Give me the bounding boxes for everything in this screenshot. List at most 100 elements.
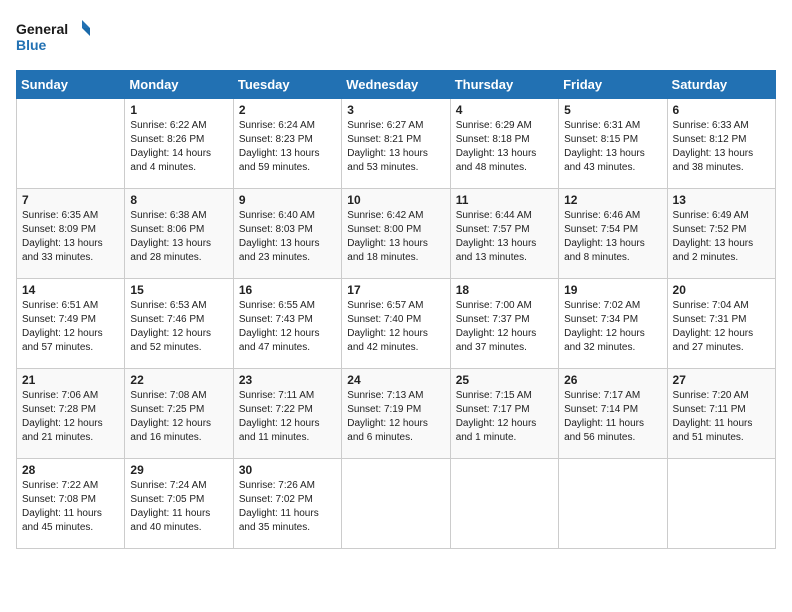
day-number: 2: [239, 103, 336, 117]
day-info: Sunrise: 6:40 AMSunset: 8:03 PMDaylight:…: [239, 209, 336, 265]
day-info: Sunrise: 6:53 AMSunset: 7:46 PMDaylight:…: [130, 299, 227, 355]
calendar-cell: 15 Sunrise: 6:53 AMSunset: 7:46 PMDayligh…: [125, 279, 233, 369]
day-info: Sunrise: 7:08 AMSunset: 7:25 PMDaylight:…: [130, 389, 227, 445]
calendar-cell: 30 Sunrise: 7:26 AMSunset: 7:02 PMDayligh…: [233, 459, 341, 549]
day-number: 14: [22, 283, 119, 297]
day-info: Sunrise: 6:29 AMSunset: 8:18 PMDaylight:…: [456, 119, 553, 175]
day-number: 16: [239, 283, 336, 297]
day-info: Sunrise: 6:24 AMSunset: 8:23 PMDaylight:…: [239, 119, 336, 175]
day-number: 3: [347, 103, 444, 117]
day-info: Sunrise: 7:15 AMSunset: 7:17 PMDaylight:…: [456, 389, 553, 445]
day-number: 20: [673, 283, 770, 297]
calendar-cell: [450, 459, 558, 549]
calendar-cell: 12 Sunrise: 6:46 AMSunset: 7:54 PMDayligh…: [559, 189, 667, 279]
day-info: Sunrise: 7:06 AMSunset: 7:28 PMDaylight:…: [22, 389, 119, 445]
day-info: Sunrise: 6:27 AMSunset: 8:21 PMDaylight:…: [347, 119, 444, 175]
calendar-cell: 2 Sunrise: 6:24 AMSunset: 8:23 PMDaylight…: [233, 99, 341, 189]
calendar-cell: [17, 99, 125, 189]
calendar-cell: 26Sunrise: 7:17 AMSunset: 7:14 PMDayligh…: [559, 369, 667, 459]
header-row: SundayMondayTuesdayWednesdayThursdayFrid…: [17, 71, 776, 99]
day-number: 19: [564, 283, 661, 297]
day-info: Sunrise: 7:17 AMSunset: 7:14 PMDaylight:…: [564, 389, 661, 445]
calendar-cell: 18 Sunrise: 7:00 AMSunset: 7:37 PMDayligh…: [450, 279, 558, 369]
day-info: Sunrise: 7:04 AMSunset: 7:31 PMDaylight:…: [673, 299, 770, 355]
calendar-cell: 4 Sunrise: 6:29 AMSunset: 8:18 PMDaylight…: [450, 99, 558, 189]
calendar-cell: 29Sunrise: 7:24 AMSunset: 7:05 PMDayligh…: [125, 459, 233, 549]
day-number: 15: [130, 283, 227, 297]
day-info: Sunrise: 6:46 AMSunset: 7:54 PMDaylight:…: [564, 209, 661, 265]
day-info: Sunrise: 7:13 AMSunset: 7:19 PMDaylight:…: [347, 389, 444, 445]
logo-svg: General Blue: [16, 16, 96, 60]
calendar-cell: 5 Sunrise: 6:31 AMSunset: 8:15 PMDaylight…: [559, 99, 667, 189]
calendar-cell: 27 Sunrise: 7:20 AMSunset: 7:11 PMDayligh…: [667, 369, 775, 459]
day-info: Sunrise: 7:22 AMSunset: 7:08 PMDaylight:…: [22, 479, 119, 535]
day-number: 17: [347, 283, 444, 297]
day-info: Sunrise: 6:31 AMSunset: 8:15 PMDaylight:…: [564, 119, 661, 175]
calendar-cell: 23Sunrise: 7:11 AMSunset: 7:22 PMDayligh…: [233, 369, 341, 459]
day-number: 10: [347, 193, 444, 207]
day-number: 29: [130, 463, 227, 477]
week-row-1: 1 Sunrise: 6:22 AMSunset: 8:26 PMDaylight…: [17, 99, 776, 189]
day-info: Sunrise: 7:11 AMSunset: 7:22 PMDaylight:…: [239, 389, 336, 445]
calendar-cell: [667, 459, 775, 549]
day-number: 1: [130, 103, 227, 117]
calendar-cell: 25 Sunrise: 7:15 AMSunset: 7:17 PMDayligh…: [450, 369, 558, 459]
day-info: Sunrise: 6:42 AMSunset: 8:00 PMDaylight:…: [347, 209, 444, 265]
calendar-cell: 24 Sunrise: 7:13 AMSunset: 7:19 PMDayligh…: [342, 369, 450, 459]
day-number: 18: [456, 283, 553, 297]
day-number: 22: [130, 373, 227, 387]
day-info: Sunrise: 6:44 AMSunset: 7:57 PMDaylight:…: [456, 209, 553, 265]
day-number: 9: [239, 193, 336, 207]
day-number: 12: [564, 193, 661, 207]
day-number: 25: [456, 373, 553, 387]
day-number: 7: [22, 193, 119, 207]
calendar-cell: 11Sunrise: 6:44 AMSunset: 7:57 PMDayligh…: [450, 189, 558, 279]
calendar-cell: 10 Sunrise: 6:42 AMSunset: 8:00 PMDayligh…: [342, 189, 450, 279]
calendar-cell: 14Sunrise: 6:51 AMSunset: 7:49 PMDayligh…: [17, 279, 125, 369]
day-header-thursday: Thursday: [450, 71, 558, 99]
day-number: 8: [130, 193, 227, 207]
day-header-sunday: Sunday: [17, 71, 125, 99]
day-info: Sunrise: 6:49 AMSunset: 7:52 PMDaylight:…: [673, 209, 770, 265]
day-number: 28: [22, 463, 119, 477]
calendar-cell: 6 Sunrise: 6:33 AMSunset: 8:12 PMDaylight…: [667, 99, 775, 189]
day-number: 13: [673, 193, 770, 207]
calendar-table: SundayMondayTuesdayWednesdayThursdayFrid…: [16, 70, 776, 549]
calendar-cell: [559, 459, 667, 549]
day-number: 5: [564, 103, 661, 117]
day-info: Sunrise: 6:33 AMSunset: 8:12 PMDaylight:…: [673, 119, 770, 175]
calendar-cell: 3 Sunrise: 6:27 AMSunset: 8:21 PMDaylight…: [342, 99, 450, 189]
day-info: Sunrise: 6:57 AMSunset: 7:40 PMDaylight:…: [347, 299, 444, 355]
logo: General Blue: [16, 16, 96, 60]
day-info: Sunrise: 6:35 AMSunset: 8:09 PMDaylight:…: [22, 209, 119, 265]
day-number: 24: [347, 373, 444, 387]
svg-text:General: General: [16, 21, 68, 37]
week-row-4: 21 Sunrise: 7:06 AMSunset: 7:28 PMDayligh…: [17, 369, 776, 459]
day-number: 6: [673, 103, 770, 117]
calendar-cell: 9 Sunrise: 6:40 AMSunset: 8:03 PMDaylight…: [233, 189, 341, 279]
day-info: Sunrise: 7:26 AMSunset: 7:02 PMDaylight:…: [239, 479, 336, 535]
calendar-cell: 1 Sunrise: 6:22 AMSunset: 8:26 PMDaylight…: [125, 99, 233, 189]
day-info: Sunrise: 7:02 AMSunset: 7:34 PMDaylight:…: [564, 299, 661, 355]
day-info: Sunrise: 7:00 AMSunset: 7:37 PMDaylight:…: [456, 299, 553, 355]
day-number: 27: [673, 373, 770, 387]
week-row-5: 28 Sunrise: 7:22 AMSunset: 7:08 PMDayligh…: [17, 459, 776, 549]
calendar-cell: [342, 459, 450, 549]
svg-text:Blue: Blue: [16, 37, 47, 53]
day-header-tuesday: Tuesday: [233, 71, 341, 99]
week-row-3: 14Sunrise: 6:51 AMSunset: 7:49 PMDayligh…: [17, 279, 776, 369]
calendar-cell: 7 Sunrise: 6:35 AMSunset: 8:09 PMDaylight…: [17, 189, 125, 279]
calendar-cell: 16Sunrise: 6:55 AMSunset: 7:43 PMDayligh…: [233, 279, 341, 369]
calendar-cell: 13 Sunrise: 6:49 AMSunset: 7:52 PMDayligh…: [667, 189, 775, 279]
day-header-monday: Monday: [125, 71, 233, 99]
day-number: 21: [22, 373, 119, 387]
day-info: Sunrise: 6:38 AMSunset: 8:06 PMDaylight:…: [130, 209, 227, 265]
calendar-cell: 22 Sunrise: 7:08 AMSunset: 7:25 PMDayligh…: [125, 369, 233, 459]
day-header-wednesday: Wednesday: [342, 71, 450, 99]
calendar-cell: 8 Sunrise: 6:38 AMSunset: 8:06 PMDaylight…: [125, 189, 233, 279]
day-number: 4: [456, 103, 553, 117]
day-info: Sunrise: 7:20 AMSunset: 7:11 PMDaylight:…: [673, 389, 770, 445]
day-header-saturday: Saturday: [667, 71, 775, 99]
day-number: 30: [239, 463, 336, 477]
day-info: Sunrise: 6:22 AMSunset: 8:26 PMDaylight:…: [130, 119, 227, 175]
